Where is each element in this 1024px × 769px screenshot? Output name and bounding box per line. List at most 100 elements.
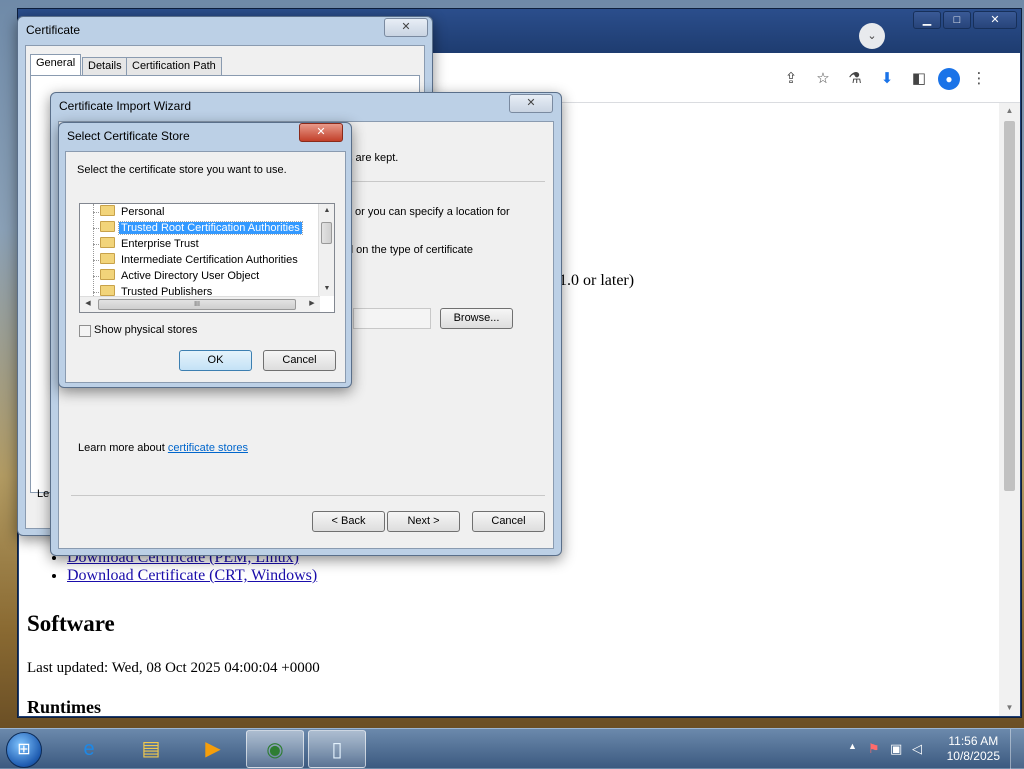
- menu-icon[interactable]: ⋮: [966, 67, 992, 91]
- scroll-thumb[interactable]: [1004, 121, 1015, 491]
- runtimes-heading: Runtimes: [27, 697, 102, 717]
- browse-button[interactable]: Browse...: [440, 308, 513, 329]
- system-tray: ▲ ⚑ ▣ ◁ 11:56 AM 10/8/2025: [834, 729, 1024, 769]
- tree-guide-line: [93, 204, 94, 298]
- toolbar-icons: ⇪ ☆ ⚗ ⬇ ◧ ● ⋮: [778, 67, 992, 91]
- document-icon[interactable]: ▯: [308, 730, 366, 768]
- folder-icon: [100, 221, 115, 232]
- tree-item-active-directory[interactable]: Active Directory User Object: [100, 268, 261, 284]
- list-item: Download Certificate (CRT, Windows): [67, 567, 317, 585]
- wizard-close-button[interactable]: ✕: [509, 94, 553, 113]
- side-panel-icon[interactable]: ◧: [906, 67, 932, 91]
- store-close-button[interactable]: ✕: [299, 123, 343, 142]
- tree-guide: [93, 228, 99, 229]
- browser-window-controls: ▁ □ ✕: [913, 11, 1017, 29]
- show-desktop-button[interactable]: [1010, 729, 1024, 769]
- certificate-stores-link[interactable]: certificate stores: [168, 442, 248, 454]
- learn-more-partial: Le: [37, 488, 50, 500]
- bookmark-star-icon[interactable]: ☆: [810, 67, 836, 91]
- tree-guide: [93, 260, 99, 261]
- tree-item-trusted-root[interactable]: Trusted Root Certification Authorities: [100, 220, 303, 236]
- select-store-dialog: Select Certificate Store ✕ Select the ce…: [58, 122, 352, 388]
- tree-guide: [93, 276, 99, 277]
- tree-item-intermediate[interactable]: Intermediate Certification Authorities: [100, 252, 300, 268]
- scroll-right-icon[interactable]: ▶: [305, 297, 319, 311]
- folder-icon: [100, 237, 115, 248]
- tree-item-enterprise-trust[interactable]: Enterprise Trust: [100, 236, 201, 252]
- wizard-bottom-divider: [71, 495, 545, 496]
- scroll-up-icon[interactable]: ▲: [320, 204, 334, 218]
- select-store-body: Select the certificate store you want to…: [65, 151, 346, 383]
- page-text-fragment: 1.0 or later): [559, 272, 635, 289]
- import-wizard-title: Certificate Import Wizard: [59, 99, 192, 113]
- tree-item-label: Intermediate Certification Authorities: [121, 254, 298, 266]
- internet-explorer-icon[interactable]: e: [60, 730, 118, 768]
- file-explorer-icon[interactable]: ▤: [122, 730, 180, 768]
- next-button[interactable]: Next >: [387, 511, 460, 532]
- tree-guide: [93, 292, 99, 293]
- clock-time: 11:56 AM: [948, 734, 999, 748]
- tree-guide: [93, 244, 99, 245]
- learn-more-prefix: Learn more about: [78, 442, 168, 454]
- show-physical-stores-checkbox[interactable]: [79, 325, 91, 337]
- back-button[interactable]: < Back: [312, 511, 385, 532]
- tab-search-button[interactable]: ⌄: [859, 23, 885, 49]
- tree-guide: [93, 212, 99, 213]
- certificate-dialog-title: Certificate: [26, 23, 81, 37]
- tree-item-label: Enterprise Trust: [121, 238, 199, 250]
- scroll-down-icon[interactable]: ▼: [320, 282, 334, 296]
- chrome-icon[interactable]: ◉: [246, 730, 304, 768]
- maximize-button[interactable]: □: [943, 11, 971, 29]
- tab-details[interactable]: Details: [82, 57, 128, 75]
- tree-hscroll-thumb[interactable]: III: [98, 299, 296, 310]
- page-scrollbar[interactable]: ▲ ▼: [999, 103, 1020, 716]
- action-center-icon[interactable]: ⚑: [868, 741, 880, 757]
- clock[interactable]: 11:56 AM 10/8/2025: [947, 734, 1000, 764]
- store-cancel-button[interactable]: Cancel: [263, 350, 336, 371]
- start-button[interactable]: ⊞: [6, 732, 42, 768]
- media-player-icon[interactable]: ▶: [184, 730, 242, 768]
- network-icon[interactable]: ▣: [890, 741, 902, 757]
- minimize-button[interactable]: ▁: [913, 11, 941, 29]
- software-heading: Software: [27, 611, 115, 636]
- tree-vscroll-thumb[interactable]: [321, 222, 332, 244]
- volume-muted-icon[interactable]: ◁: [912, 741, 922, 757]
- close-button[interactable]: ✕: [973, 11, 1017, 29]
- select-store-title: Select Certificate Store: [67, 129, 190, 143]
- show-physical-stores-label[interactable]: Show physical stores: [94, 324, 197, 336]
- scroll-down-icon[interactable]: ▼: [999, 700, 1020, 716]
- scroll-up-icon[interactable]: ▲: [999, 103, 1020, 119]
- clock-date: 10/8/2025: [946, 749, 1000, 763]
- taskbar: ⊞ e ▤ ▶ ◉ ▯ ▲ ⚑ ▣ ◁ 11:56 AM 10/8/2025: [0, 728, 1024, 769]
- tree-horizontal-scrollbar[interactable]: ◀ III ▶: [80, 296, 320, 312]
- tree-item-label: Active Directory User Object: [121, 270, 260, 282]
- wizard-cancel-button[interactable]: Cancel: [472, 511, 545, 532]
- download-icon[interactable]: ⬇: [874, 67, 900, 91]
- folder-icon: [100, 253, 115, 264]
- last-updated-text: Last updated: Wed, 08 Oct 2025 04:00:04 …: [27, 660, 320, 676]
- tree-item-label: Trusted Root Certification Authorities: [118, 221, 303, 235]
- wizard-text-fragment-2: or you can specify a location for: [355, 206, 510, 218]
- wizard-text-fragment-3: d on the type of certificate: [347, 244, 473, 256]
- store-instruction: Select the certificate store you want to…: [77, 164, 287, 176]
- share-icon[interactable]: ⇪: [778, 67, 804, 91]
- certificate-tabs: General Details Certification Path: [30, 54, 420, 76]
- folder-icon: [100, 269, 115, 280]
- tab-certification-path[interactable]: Certification Path: [126, 57, 222, 75]
- certificate-store-field[interactable]: [353, 308, 431, 329]
- download-crt-link[interactable]: Download Certificate (CRT, Windows): [67, 567, 317, 584]
- certificate-close-button[interactable]: ✕: [384, 18, 428, 37]
- tray-overflow-icon[interactable]: ▲: [848, 741, 857, 751]
- tree-item-label: Personal: [121, 206, 165, 218]
- labs-icon[interactable]: ⚗: [842, 67, 868, 91]
- tab-general[interactable]: General: [30, 54, 82, 75]
- folder-icon: [100, 205, 115, 216]
- tree-item-personal[interactable]: Personal: [100, 204, 166, 220]
- store-tree[interactable]: Personal Trusted Root Certification Auth…: [79, 203, 335, 313]
- scroll-left-icon[interactable]: ◀: [81, 297, 95, 311]
- wizard-text-fragment-1: s are kept.: [347, 152, 399, 164]
- profile-avatar-icon[interactable]: ●: [938, 68, 960, 90]
- tree-vertical-scrollbar[interactable]: ▲ ▼: [318, 204, 334, 296]
- ok-button[interactable]: OK: [179, 350, 252, 371]
- learn-more-text: Learn more about certificate stores: [78, 442, 248, 454]
